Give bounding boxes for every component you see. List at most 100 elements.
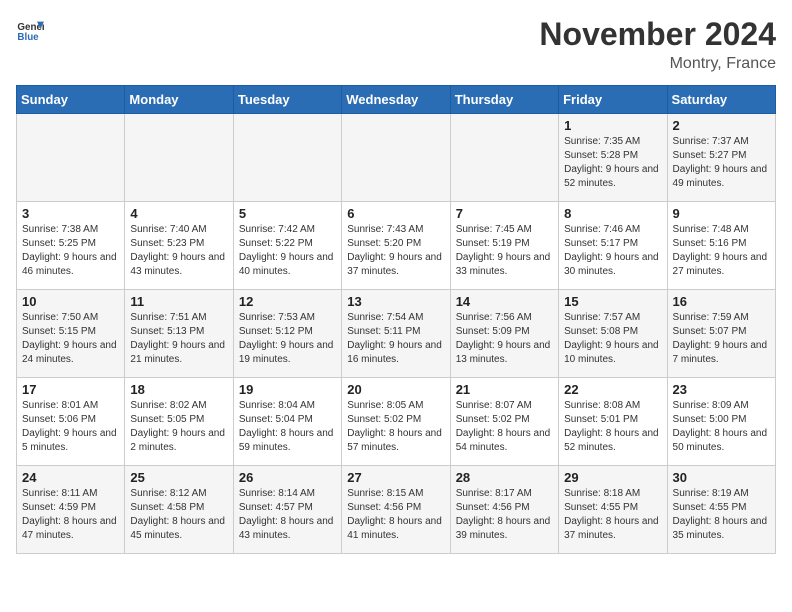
calendar-cell: 12 Sunrise: 7:53 AMSunset: 5:12 PMDayligh… bbox=[233, 290, 341, 378]
calendar-cell: 4Sunrise: 7:40 AMSunset: 5:23 PMDaylight… bbox=[125, 202, 233, 290]
calendar-cell: 18 Sunrise: 8:02 AMSunset: 5:05 PMDayligh… bbox=[125, 378, 233, 466]
day-info: Sunrise: 7:45 AMSunset: 5:19 PMDaylight:… bbox=[456, 223, 553, 279]
day-info: Sunrise: 7:43 AMSunset: 5:20 PMDaylight:… bbox=[347, 223, 444, 279]
weekday-header-friday: Friday bbox=[559, 86, 667, 114]
calendar-week-1: 1Sunrise: 7:35 AMSunset: 5:28 PMDaylight… bbox=[17, 114, 776, 202]
calendar-cell: 2 Sunrise: 7:37 AMSunset: 5:27 PMDaylight… bbox=[667, 114, 775, 202]
calendar-cell: 6 Sunrise: 7:43 AMSunset: 5:20 PMDaylight… bbox=[342, 202, 450, 290]
day-number: 23 bbox=[673, 382, 770, 397]
day-number: 15 bbox=[564, 294, 661, 309]
day-info: Sunrise: 7:40 AMSunset: 5:23 PMDaylight:… bbox=[130, 223, 227, 279]
day-info: Sunrise: 7:59 AMSunset: 5:07 PMDaylight:… bbox=[673, 311, 770, 367]
day-number: 21 bbox=[456, 382, 553, 397]
day-number: 18 bbox=[130, 382, 227, 397]
calendar-cell: 1Sunrise: 7:35 AMSunset: 5:28 PMDaylight… bbox=[559, 114, 667, 202]
day-info: Sunrise: 8:17 AMSunset: 4:56 PMDaylight:… bbox=[456, 487, 553, 543]
day-number: 20 bbox=[347, 382, 444, 397]
calendar-cell: 22Sunrise: 8:08 AMSunset: 5:01 PMDayligh… bbox=[559, 378, 667, 466]
calendar-cell: 17Sunrise: 8:01 AMSunset: 5:06 PMDayligh… bbox=[17, 378, 125, 466]
calendar-cell: 19 Sunrise: 8:04 AMSunset: 5:04 PMDayligh… bbox=[233, 378, 341, 466]
calendar-cell: 16Sunrise: 7:59 AMSunset: 5:07 PMDayligh… bbox=[667, 290, 775, 378]
day-number: 8 bbox=[564, 206, 661, 221]
day-number: 10 bbox=[22, 294, 119, 309]
logo-icon: General Blue bbox=[16, 16, 44, 44]
weekday-header-monday: Monday bbox=[125, 86, 233, 114]
logo: General Blue bbox=[16, 16, 44, 44]
day-info: Sunrise: 8:04 AMSunset: 5:04 PMDaylight:… bbox=[239, 399, 336, 455]
day-number: 6 bbox=[347, 206, 444, 221]
day-number: 29 bbox=[564, 470, 661, 485]
location-title: Montry, France bbox=[539, 55, 776, 73]
weekday-header-saturday: Saturday bbox=[667, 86, 775, 114]
weekday-header-tuesday: Tuesday bbox=[233, 86, 341, 114]
calendar-cell bbox=[17, 114, 125, 202]
calendar-cell: 29 Sunrise: 8:18 AMSunset: 4:55 PMDayligh… bbox=[559, 466, 667, 554]
day-number: 13 bbox=[347, 294, 444, 309]
calendar-cell: 25 Sunrise: 8:12 AMSunset: 4:58 PMDayligh… bbox=[125, 466, 233, 554]
calendar-cell: 23 Sunrise: 8:09 AMSunset: 5:00 PMDayligh… bbox=[667, 378, 775, 466]
day-info: Sunrise: 8:15 AMSunset: 4:56 PMDaylight:… bbox=[347, 487, 444, 543]
calendar-cell: 13 Sunrise: 7:54 AMSunset: 5:11 PMDayligh… bbox=[342, 290, 450, 378]
day-info: Sunrise: 8:12 AMSunset: 4:58 PMDaylight:… bbox=[130, 487, 227, 543]
day-number: 14 bbox=[456, 294, 553, 309]
day-info: Sunrise: 7:38 AMSunset: 5:25 PMDaylight:… bbox=[22, 223, 119, 279]
calendar-week-3: 10 Sunrise: 7:50 AMSunset: 5:15 PMDayligh… bbox=[17, 290, 776, 378]
day-number: 2 bbox=[673, 118, 770, 133]
day-info: Sunrise: 7:53 AMSunset: 5:12 PMDaylight:… bbox=[239, 311, 336, 367]
calendar-week-5: 24 Sunrise: 8:11 AMSunset: 4:59 PMDayligh… bbox=[17, 466, 776, 554]
calendar-body: 1Sunrise: 7:35 AMSunset: 5:28 PMDaylight… bbox=[17, 114, 776, 554]
calendar-cell: 24 Sunrise: 8:11 AMSunset: 4:59 PMDayligh… bbox=[17, 466, 125, 554]
day-info: Sunrise: 7:42 AMSunset: 5:22 PMDaylight:… bbox=[239, 223, 336, 279]
calendar-table: SundayMondayTuesdayWednesdayThursdayFrid… bbox=[16, 85, 776, 554]
day-info: Sunrise: 7:50 AMSunset: 5:15 PMDaylight:… bbox=[22, 311, 119, 367]
calendar-cell: 5 Sunrise: 7:42 AMSunset: 5:22 PMDaylight… bbox=[233, 202, 341, 290]
calendar-cell: 26 Sunrise: 8:14 AMSunset: 4:57 PMDayligh… bbox=[233, 466, 341, 554]
calendar-cell bbox=[450, 114, 558, 202]
day-number: 19 bbox=[239, 382, 336, 397]
day-number: 1 bbox=[564, 118, 661, 133]
day-number: 9 bbox=[673, 206, 770, 221]
day-info: Sunrise: 8:09 AMSunset: 5:00 PMDaylight:… bbox=[673, 399, 770, 455]
calendar-week-2: 3Sunrise: 7:38 AMSunset: 5:25 PMDaylight… bbox=[17, 202, 776, 290]
day-number: 26 bbox=[239, 470, 336, 485]
day-info: Sunrise: 8:08 AMSunset: 5:01 PMDaylight:… bbox=[564, 399, 661, 455]
calendar-cell: 21Sunrise: 8:07 AMSunset: 5:02 PMDayligh… bbox=[450, 378, 558, 466]
calendar-cell: 20 Sunrise: 8:05 AMSunset: 5:02 PMDayligh… bbox=[342, 378, 450, 466]
day-info: Sunrise: 8:02 AMSunset: 5:05 PMDaylight:… bbox=[130, 399, 227, 455]
svg-text:Blue: Blue bbox=[17, 32, 39, 43]
calendar-cell bbox=[233, 114, 341, 202]
day-info: Sunrise: 7:54 AMSunset: 5:11 PMDaylight:… bbox=[347, 311, 444, 367]
day-number: 11 bbox=[130, 294, 227, 309]
weekday-header-thursday: Thursday bbox=[450, 86, 558, 114]
calendar-cell bbox=[342, 114, 450, 202]
day-number: 12 bbox=[239, 294, 336, 309]
weekday-header-wednesday: Wednesday bbox=[342, 86, 450, 114]
calendar-cell: 15Sunrise: 7:57 AMSunset: 5:08 PMDayligh… bbox=[559, 290, 667, 378]
day-info: Sunrise: 8:11 AMSunset: 4:59 PMDaylight:… bbox=[22, 487, 119, 543]
day-number: 25 bbox=[130, 470, 227, 485]
day-number: 28 bbox=[456, 470, 553, 485]
calendar-cell: 7Sunrise: 7:45 AMSunset: 5:19 PMDaylight… bbox=[450, 202, 558, 290]
day-number: 30 bbox=[673, 470, 770, 485]
weekday-header-row: SundayMondayTuesdayWednesdayThursdayFrid… bbox=[17, 86, 776, 114]
day-info: Sunrise: 8:14 AMSunset: 4:57 PMDaylight:… bbox=[239, 487, 336, 543]
calendar-cell: 3Sunrise: 7:38 AMSunset: 5:25 PMDaylight… bbox=[17, 202, 125, 290]
calendar-cell: 28 Sunrise: 8:17 AMSunset: 4:56 PMDayligh… bbox=[450, 466, 558, 554]
title-area: November 2024 Montry, France bbox=[539, 16, 776, 73]
calendar-cell bbox=[125, 114, 233, 202]
calendar-cell: 9Sunrise: 7:48 AMSunset: 5:16 PMDaylight… bbox=[667, 202, 775, 290]
day-info: Sunrise: 7:56 AMSunset: 5:09 PMDaylight:… bbox=[456, 311, 553, 367]
day-info: Sunrise: 8:18 AMSunset: 4:55 PMDaylight:… bbox=[564, 487, 661, 543]
calendar-cell: 10 Sunrise: 7:50 AMSunset: 5:15 PMDayligh… bbox=[17, 290, 125, 378]
month-title: November 2024 bbox=[539, 16, 776, 53]
calendar-cell: 30Sunrise: 8:19 AMSunset: 4:55 PMDayligh… bbox=[667, 466, 775, 554]
calendar-cell: 11Sunrise: 7:51 AMSunset: 5:13 PMDayligh… bbox=[125, 290, 233, 378]
calendar-cell: 14 Sunrise: 7:56 AMSunset: 5:09 PMDayligh… bbox=[450, 290, 558, 378]
day-info: Sunrise: 7:37 AMSunset: 5:27 PMDaylight:… bbox=[673, 135, 770, 191]
day-info: Sunrise: 7:46 AMSunset: 5:17 PMDaylight:… bbox=[564, 223, 661, 279]
day-number: 5 bbox=[239, 206, 336, 221]
day-info: Sunrise: 8:01 AMSunset: 5:06 PMDaylight:… bbox=[22, 399, 119, 455]
day-number: 24 bbox=[22, 470, 119, 485]
day-info: Sunrise: 8:05 AMSunset: 5:02 PMDaylight:… bbox=[347, 399, 444, 455]
header: General Blue November 2024 Montry, Franc… bbox=[16, 16, 776, 73]
